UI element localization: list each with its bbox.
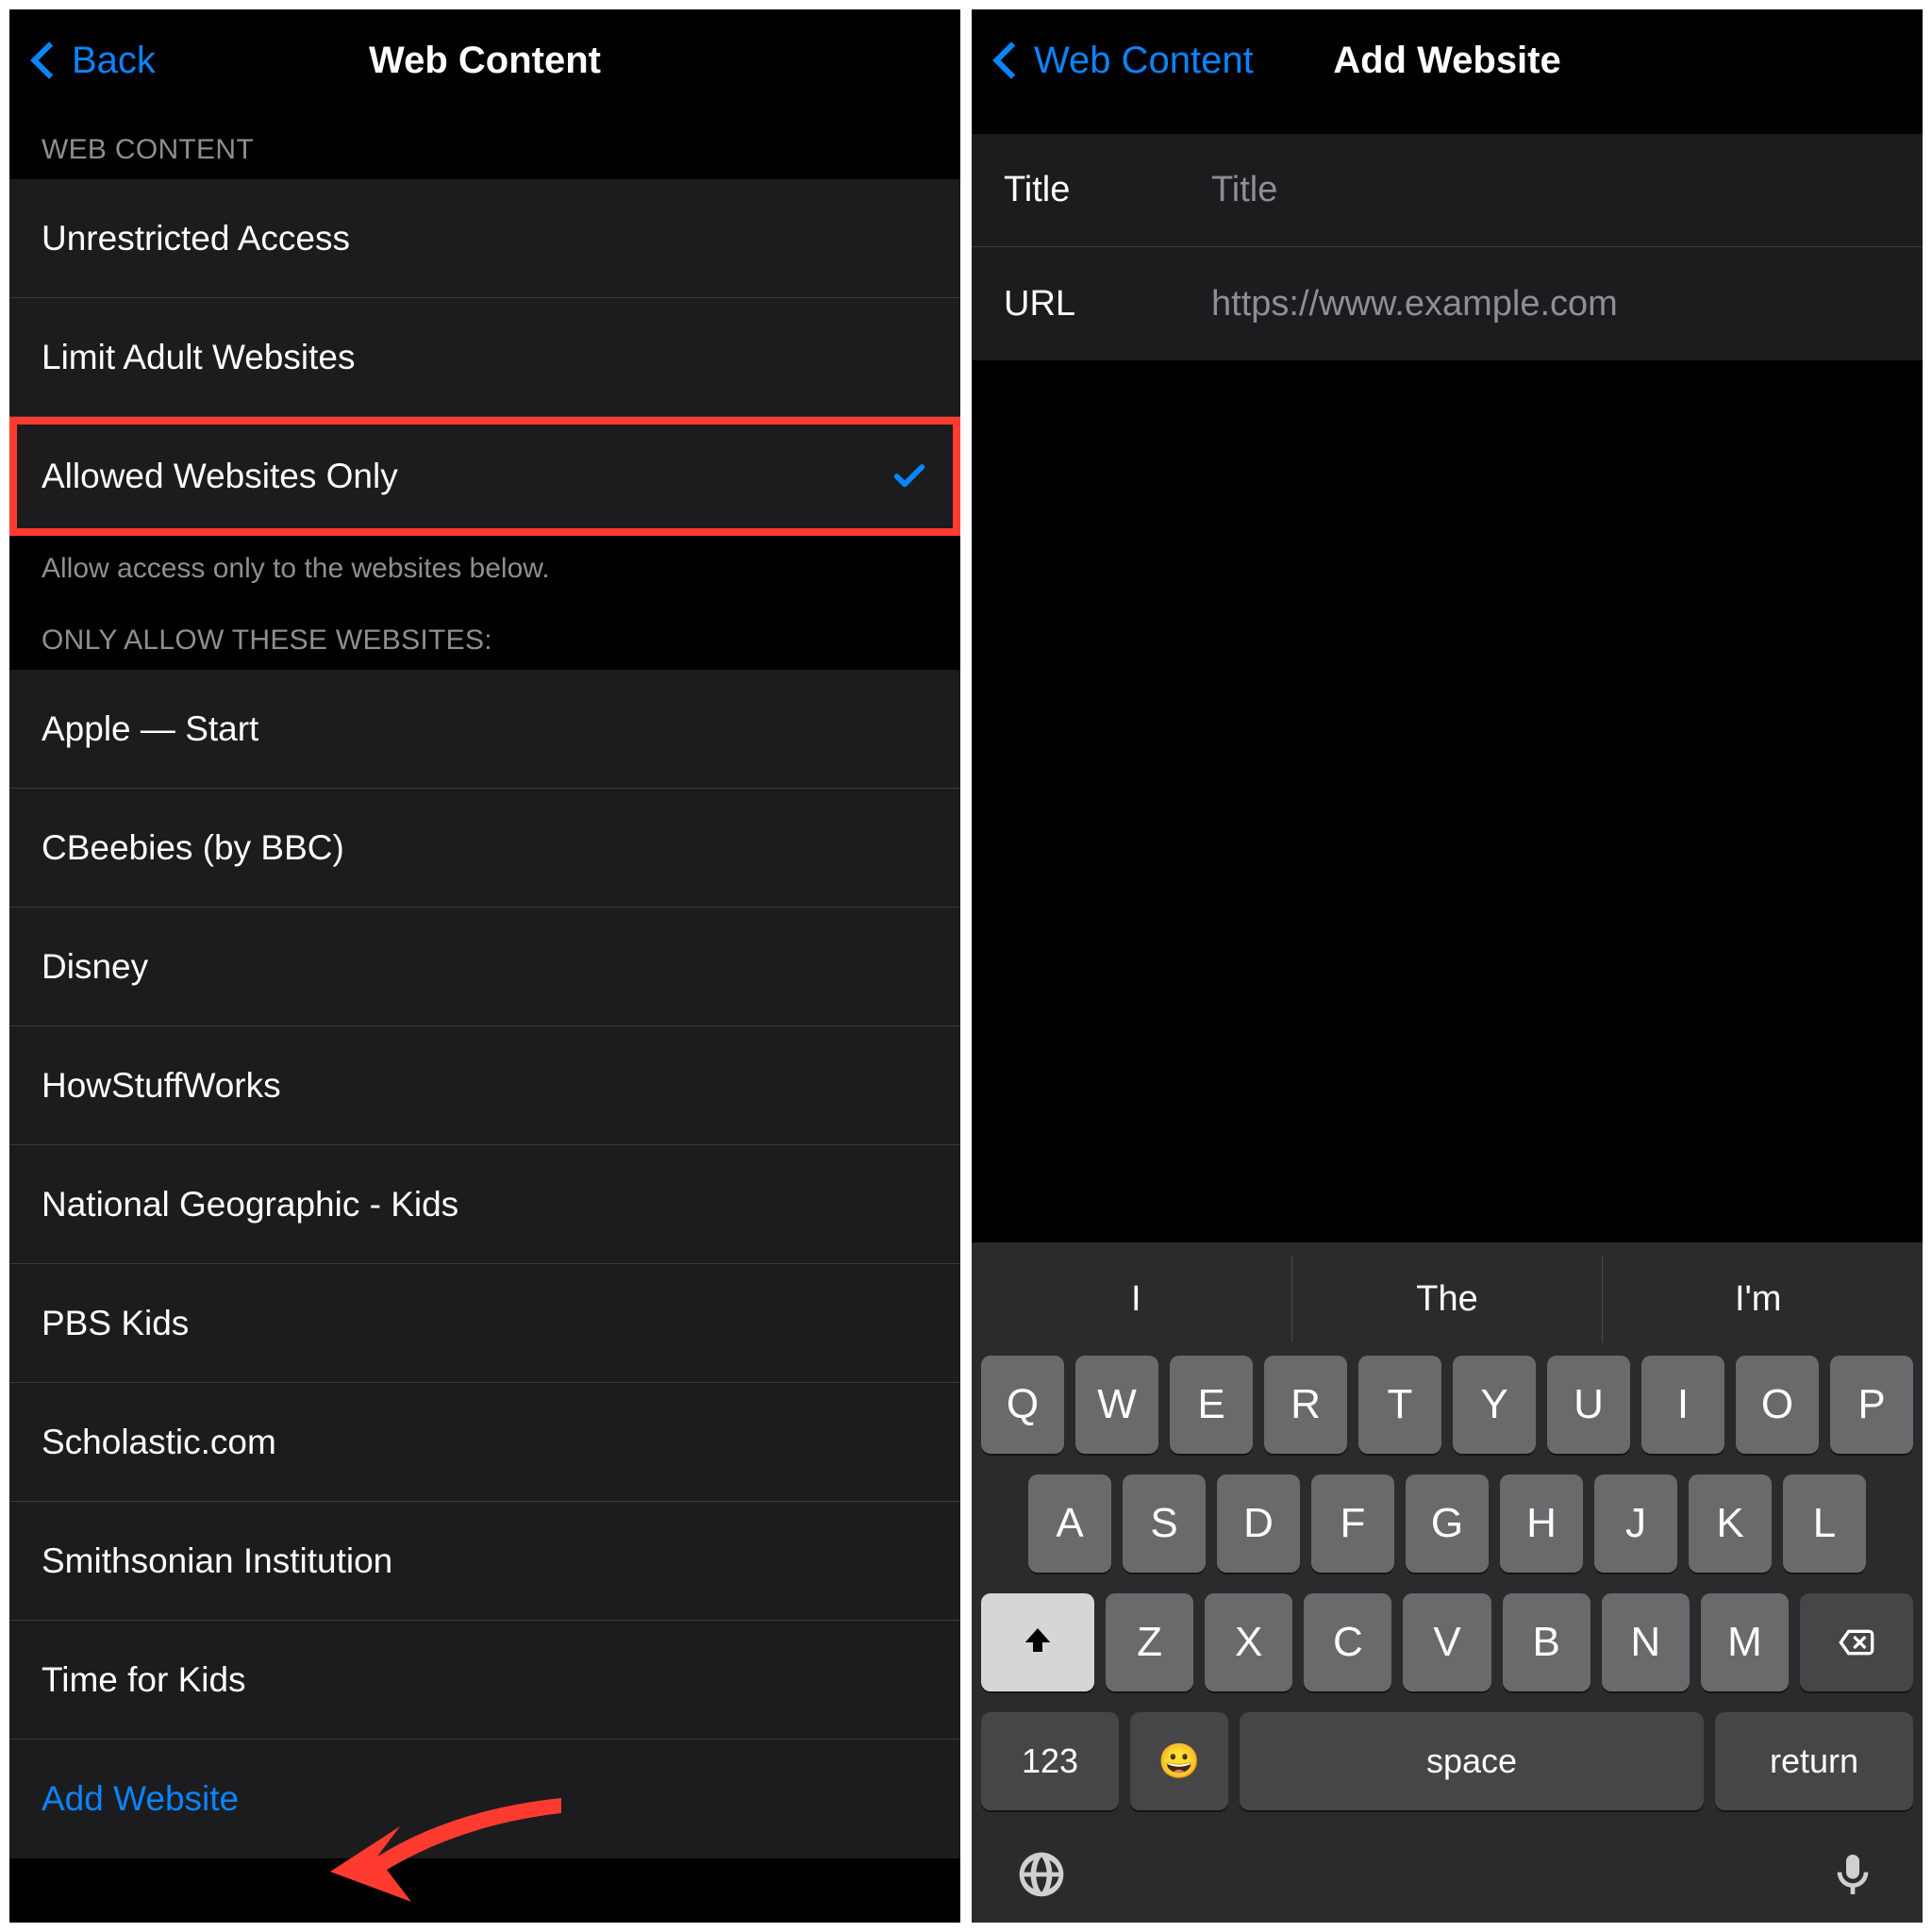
prediction[interactable]: The [1292, 1256, 1604, 1342]
key-r[interactable]: R [1264, 1356, 1347, 1454]
url-field[interactable]: https://www.example.com [1211, 284, 1890, 325]
site-row[interactable]: HowStuffWorks [9, 1026, 960, 1145]
option-label: Limit Adult Websites [42, 338, 355, 377]
site-row[interactable]: CBeebies (by BBC) [9, 789, 960, 908]
key-u[interactable]: U [1547, 1356, 1630, 1454]
key-h[interactable]: H [1500, 1474, 1583, 1573]
option-row[interactable]: Limit Adult Websites [9, 298, 960, 417]
site-row[interactable]: Disney [9, 908, 960, 1026]
prediction-bar: ITheI'm [981, 1256, 1913, 1342]
key-f[interactable]: F [1311, 1474, 1394, 1573]
key-q[interactable]: Q [981, 1356, 1064, 1454]
option-row[interactable]: Unrestricted Access [9, 179, 960, 298]
back-label: Web Content [1034, 40, 1254, 82]
key-l[interactable]: L [1783, 1474, 1866, 1573]
key-o[interactable]: O [1736, 1356, 1819, 1454]
key-z[interactable]: Z [1106, 1593, 1193, 1691]
site-row[interactable]: PBS Kids [9, 1264, 960, 1383]
key-b[interactable]: B [1503, 1593, 1591, 1691]
navbar: Web Content Add Website [972, 9, 1923, 111]
option-label: Unrestricted Access [42, 219, 350, 258]
key-return[interactable]: return [1715, 1712, 1913, 1810]
globe-icon[interactable] [1015, 1848, 1068, 1906]
key-v[interactable]: V [1403, 1593, 1491, 1691]
form-group: Title Title URL https://www.example.com [972, 134, 1923, 360]
backspace-icon [1834, 1624, 1879, 1661]
keyboard: ITheI'm QWERTYUIOP ASDFGHJKL ZXCVBNM 123… [972, 1242, 1923, 1923]
back-button[interactable]: Web Content [998, 9, 1254, 111]
add-website-button[interactable]: Add Website [9, 1740, 960, 1858]
checkmark-icon [891, 458, 928, 495]
form-row-title[interactable]: Title Title [972, 134, 1923, 247]
page-title: Web Content [369, 40, 601, 82]
navbar: Back Web Content [9, 9, 960, 111]
key-emoji[interactable]: 😀 [1130, 1712, 1228, 1810]
key-i[interactable]: I [1641, 1356, 1724, 1454]
site-row[interactable]: Time for Kids [9, 1621, 960, 1740]
section-footer: Allow access only to the websites below. [9, 536, 960, 602]
allowlist-group: Apple — StartCBeebies (by BBC)DisneyHowS… [9, 670, 960, 1858]
page-title: Add Website [1333, 40, 1561, 82]
site-row[interactable]: Smithsonian Institution [9, 1502, 960, 1621]
section-header-allowlist: ONLY ALLOW THESE WEBSITES: [9, 602, 960, 670]
key-k[interactable]: K [1689, 1474, 1772, 1573]
key-t[interactable]: T [1358, 1356, 1441, 1454]
option-label: Allowed Websites Only [42, 457, 398, 496]
shift-icon [1019, 1624, 1057, 1661]
key-w[interactable]: W [1075, 1356, 1158, 1454]
back-button[interactable]: Back [36, 9, 156, 111]
key-j[interactable]: J [1594, 1474, 1677, 1573]
back-label: Back [72, 40, 156, 82]
key-c[interactable]: C [1304, 1593, 1391, 1691]
site-row[interactable]: National Geographic - Kids [9, 1145, 960, 1264]
key-y[interactable]: Y [1453, 1356, 1536, 1454]
key-p[interactable]: P [1830, 1356, 1913, 1454]
key-123[interactable]: 123 [981, 1712, 1119, 1810]
key-g[interactable]: G [1406, 1474, 1489, 1573]
option-row[interactable]: Allowed Websites Only [9, 417, 960, 536]
title-field[interactable]: Title [1211, 170, 1890, 210]
chevron-left-icon [992, 42, 1030, 79]
key-s[interactable]: S [1123, 1474, 1206, 1573]
key-delete[interactable] [1800, 1593, 1913, 1691]
key-space[interactable]: space [1240, 1712, 1704, 1810]
chevron-left-icon [30, 42, 68, 79]
form-row-url[interactable]: URL https://www.example.com [972, 247, 1923, 360]
key-shift[interactable] [981, 1593, 1094, 1691]
key-a[interactable]: A [1028, 1474, 1111, 1573]
key-m[interactable]: M [1701, 1593, 1789, 1691]
key-n[interactable]: N [1602, 1593, 1690, 1691]
prediction[interactable]: I'm [1603, 1256, 1913, 1342]
key-e[interactable]: E [1170, 1356, 1253, 1454]
prediction[interactable]: I [981, 1256, 1292, 1342]
key-x[interactable]: X [1205, 1593, 1292, 1691]
site-row[interactable]: Scholastic.com [9, 1383, 960, 1502]
mic-icon[interactable] [1826, 1848, 1879, 1906]
site-row[interactable]: Apple — Start [9, 670, 960, 789]
option-group: Unrestricted Access Limit Adult Websites A… [9, 179, 960, 536]
screen-add-website: Web Content Add Website Title Title URL … [972, 9, 1923, 1923]
emoji-icon: 😀 [1158, 1741, 1201, 1781]
field-label: URL [1004, 284, 1211, 325]
key-d[interactable]: D [1217, 1474, 1300, 1573]
screen-web-content: Back Web Content WEB CONTENT Unrestricte… [9, 9, 960, 1923]
section-header-web-content: WEB CONTENT [9, 111, 960, 179]
field-label: Title [1004, 170, 1211, 210]
